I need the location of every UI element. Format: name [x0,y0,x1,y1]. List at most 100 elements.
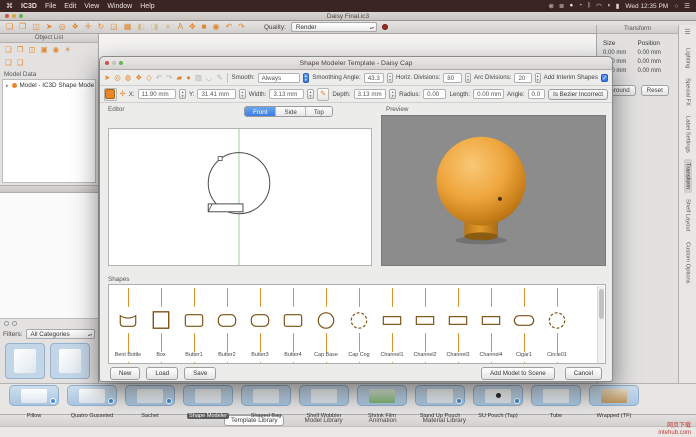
spotlight-search-icon[interactable]: ○ [674,3,678,10]
shape-tile[interactable] [410,363,440,364]
dot-icon[interactable]: ● [569,2,573,10]
new-file-icon[interactable]: ❏ [6,23,13,31]
clock-icon[interactable]: ◔ [578,2,582,10]
3d-preview-canvas[interactable] [381,115,606,266]
add-interim-shapes-checkbox[interactable] [601,74,608,82]
cube-icon[interactable]: ▣ [41,45,48,54]
save-icon[interactable]: ◫ [28,45,35,54]
profile-editor-canvas[interactable] [108,128,372,266]
view-tab[interactable]: Front [245,107,276,116]
hamburger-menu-icon[interactable]: ☰ [684,28,690,36]
hand-icon[interactable]: ✥ [189,23,196,31]
load-button[interactable]: Load [146,367,178,380]
shape-butter3[interactable]: Butter3 [245,289,275,358]
shape-cap-base[interactable]: Cap Base [311,289,341,358]
stepper[interactable] [387,73,393,83]
shape-channel4[interactable]: Channel4 [476,289,506,358]
move-icon[interactable]: ✛ [85,23,92,31]
select-icon[interactable]: ➤ [104,74,110,82]
side-tab[interactable]: Transform [684,159,692,193]
camera-icon[interactable]: ◉ [212,23,219,31]
light-icon[interactable]: ☀ [64,45,71,54]
view-tab[interactable]: Side [276,107,305,116]
undo-icon[interactable]: ↶ [225,23,232,31]
shape-tile[interactable] [542,363,572,364]
menu-item[interactable]: Help [140,3,154,10]
shape-tile[interactable] [311,363,341,364]
shape-bent-bottle[interactable]: Bent Bottle [113,289,143,358]
camera-icon[interactable]: ◉ [53,45,60,54]
position-value[interactable]: 0.00 mm [638,59,673,65]
template-item[interactable]: Shelf Wobbler [298,385,350,414]
exclude-icon[interactable]: ⊗ [548,2,553,10]
panel-button-icon[interactable] [12,321,17,326]
shape-tile[interactable] [476,363,506,364]
template-item[interactable]: Shrink Film [356,385,408,414]
position-value[interactable]: 0.00 mm [638,68,673,74]
template-item[interactable]: Pillow [8,385,60,414]
arc-icon[interactable]: ◡ [206,74,213,82]
side-tab[interactable]: Special FX [684,74,692,110]
cancel-button[interactable]: Cancel [565,367,602,380]
side-tab[interactable]: Lighting [684,44,692,72]
template-item[interactable]: Quatro Gusseted [66,385,118,414]
material-icon[interactable]: ■ [202,23,207,31]
stepper[interactable] [307,89,314,99]
template-item[interactable]: Sachet [124,385,176,414]
eyedropper-icon[interactable]: ❖ [135,74,142,82]
paint-icon[interactable]: ❖ [72,23,79,31]
bluetooth-icon[interactable]: ᛒ [587,2,591,10]
battery-icon[interactable]: ▮ [616,2,620,10]
width-input[interactable]: 3.13 mm [269,89,304,99]
template-item[interactable]: SU Pouch (Tap) [472,385,524,414]
shape-channel3[interactable]: Channel3 [443,289,473,358]
pen-icon[interactable]: ✎ [216,74,222,82]
depth-input[interactable]: 3.13 mm [354,89,387,99]
chevron-updown-icon[interactable] [303,73,310,83]
shape-cap-cog[interactable]: Cap Cog [344,289,374,358]
template-item[interactable]: Wrapped (TF) [588,385,640,414]
scale-icon[interactable]: ◲ [110,23,118,31]
library-thumbnail[interactable] [5,343,45,379]
disclosure-triangle-icon[interactable]: ▸ [6,83,9,89]
shape-butter4[interactable]: Butter4 [278,289,308,358]
zoom-out-icon[interactable]: ◍ [125,74,132,82]
panel-button-icon[interactable] [4,321,9,326]
smooth-select[interactable]: Always [258,73,300,83]
open-icon[interactable]: ❒ [19,23,26,31]
view-tab[interactable]: Top [306,107,332,116]
shape-circle01[interactable]: Circle01 [542,289,572,358]
shape-channel2[interactable]: Channel2 [410,289,440,358]
menu-clock[interactable]: Wed 12:35 PM [625,3,668,10]
add-model-to-scene-button[interactable]: Add Model to Scene [481,367,555,380]
color-swatch-button[interactable] [104,88,117,101]
star-icon[interactable]: ★ [164,23,171,31]
menu-item[interactable]: Edit [64,3,76,10]
zoom-icon[interactable]: ◎ [59,23,66,31]
save-button[interactable]: Save [184,367,216,380]
stepper[interactable] [465,73,471,83]
new-button[interactable]: New [110,367,140,380]
radius-input[interactable]: 0.00 [423,89,446,99]
shape-tile[interactable] [443,363,473,364]
template-item[interactable]: Shaped Bag [240,385,292,414]
angle-input[interactable]: 0.0 [528,89,546,99]
side-tab[interactable]: Shelf Layout [684,195,692,235]
align-icon[interactable]: A [178,23,183,31]
shape-tile[interactable] [509,363,539,364]
position-value[interactable]: 0.00 mm [638,50,673,56]
volume-icon[interactable]: ◖ [607,2,611,10]
polygon-icon[interactable]: ◇ [146,74,152,82]
bezier-incorrect-button[interactable]: Is Bezier Incorrect [548,89,608,100]
quality-select[interactable]: Render ▴▾ [291,22,377,32]
shape-tile[interactable] [245,363,275,364]
x-input[interactable]: 11.90 mm [138,89,177,99]
side-tab[interactable]: Custom Options [684,238,692,288]
new-file-icon[interactable]: ❏ [5,45,12,54]
shape-butter1[interactable]: Butter1 [179,289,209,358]
stepper[interactable] [389,89,396,99]
template-item[interactable]: Stand Up Pouch [414,385,466,414]
menu-item[interactable]: File [45,3,56,10]
shape-box[interactable]: Box [146,289,176,358]
mirror-icon[interactable]: ◧ [137,23,145,31]
